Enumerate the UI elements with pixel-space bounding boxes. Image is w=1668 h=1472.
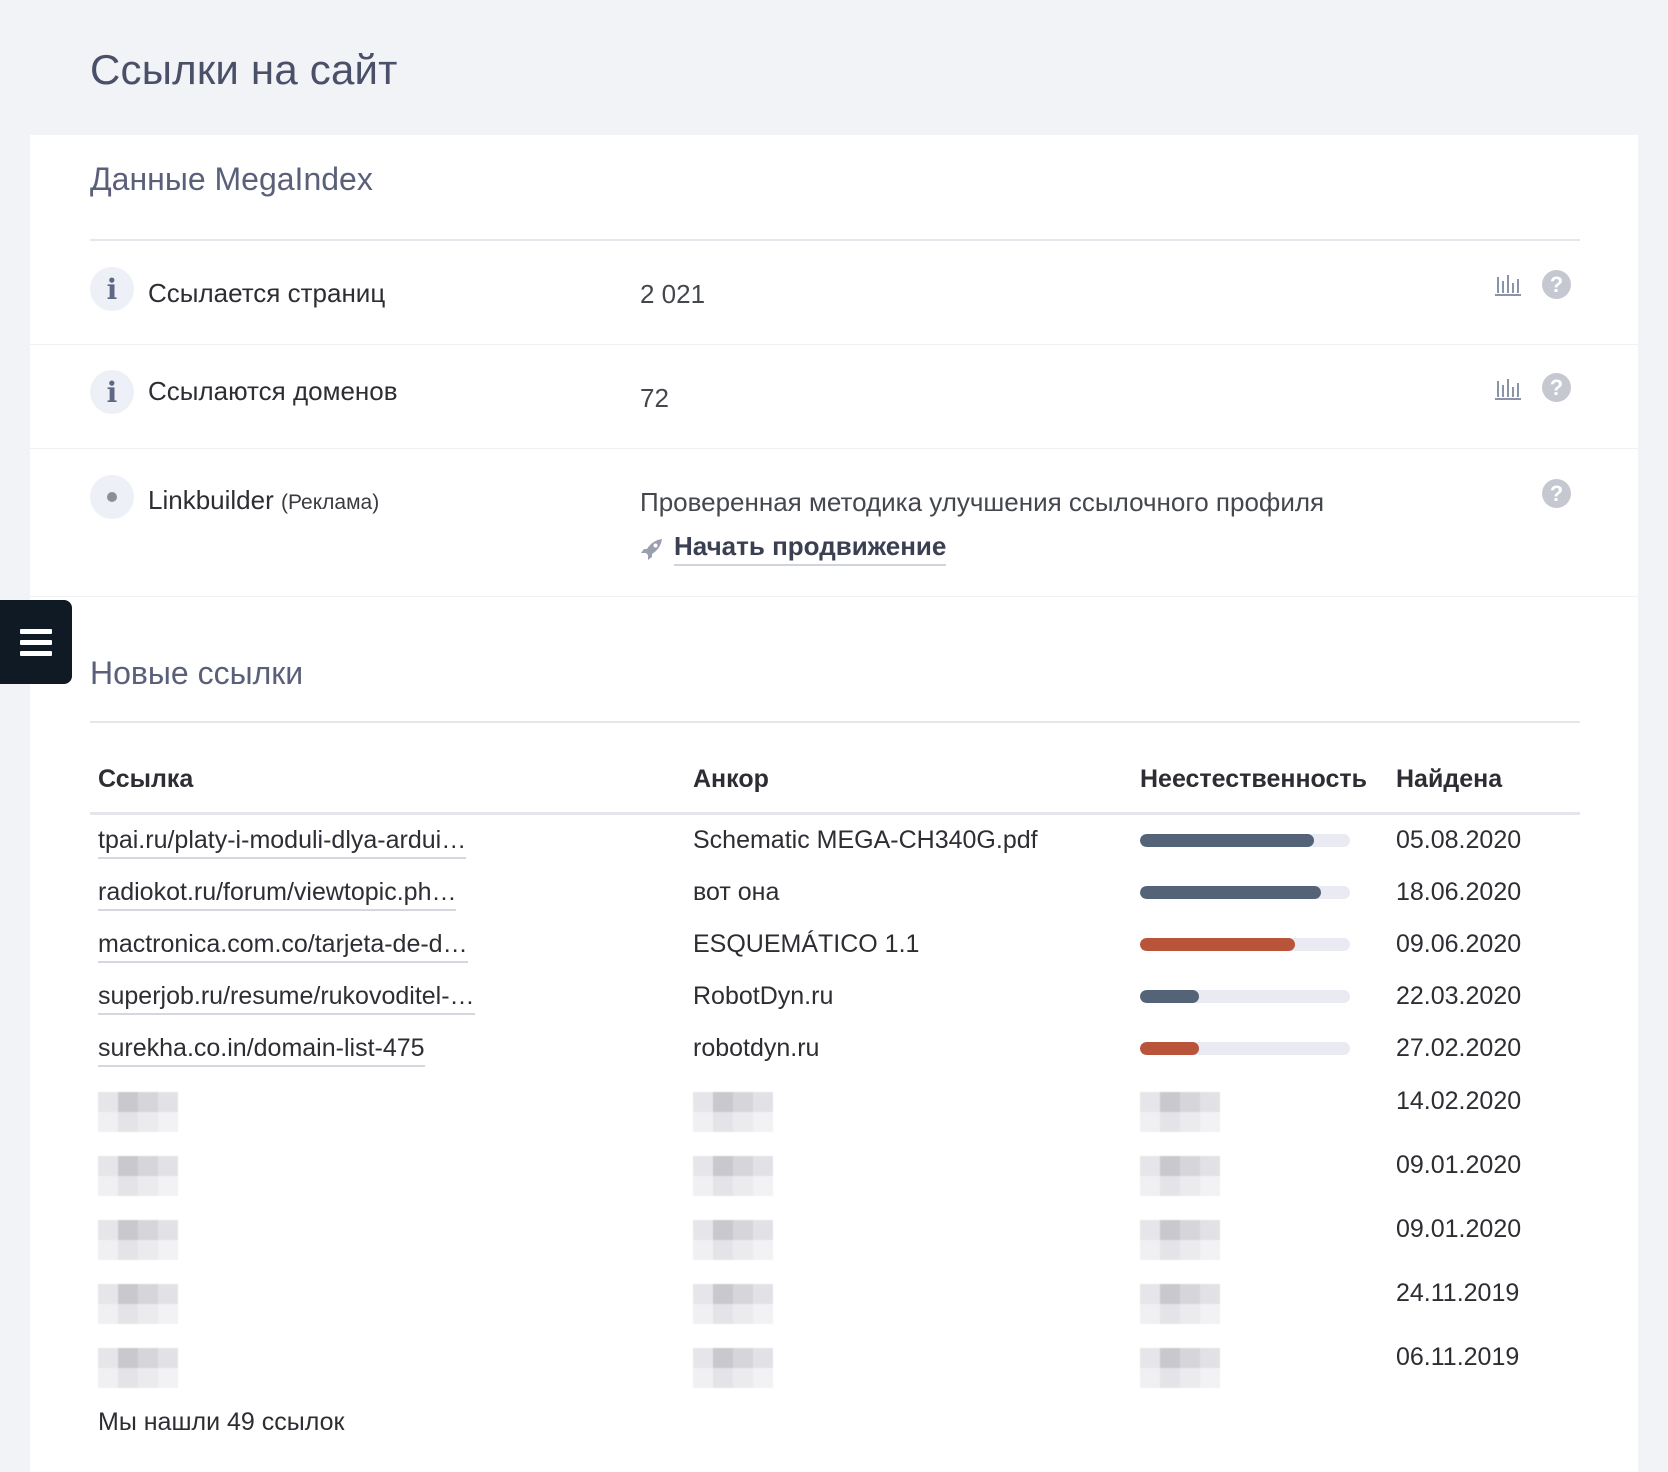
link-cell[interactable]: tpai.ru/platy-i-moduli-dlya-ardui…	[98, 826, 467, 859]
new-links-section-title: Новые ссылки	[90, 655, 304, 691]
linkbuilder-name: Linkbuilder	[148, 485, 274, 515]
link-cell[interactable]: superjob.ru/resume/rukovoditel-…	[98, 982, 475, 1015]
found-date-cell: 24.11.2019	[1396, 1279, 1520, 1307]
help-icon[interactable]: ?	[1542, 270, 1571, 299]
blurred-bar-placeholder	[1140, 1284, 1220, 1324]
column-header-link[interactable]: Ссылка	[98, 765, 193, 794]
start-promotion-label[interactable]: Начать продвижение	[674, 531, 947, 566]
blurred-anchor-placeholder	[693, 1348, 773, 1388]
content-card: Данные MegaIndex i Ссылается страниц 2 0…	[30, 135, 1638, 1472]
blurred-bar-placeholder	[1140, 1156, 1220, 1196]
page-title: Ссылки на сайт	[90, 46, 398, 93]
metric-value: 72	[640, 383, 669, 413]
blurred-anchor-placeholder	[693, 1156, 773, 1196]
megaindex-section-title: Данные MegaIndex	[90, 161, 373, 197]
help-icon[interactable]: ?	[1542, 373, 1571, 402]
unnaturalness-bar	[1140, 1042, 1350, 1055]
links-count-summary: Мы нашли 49 ссылок	[98, 1408, 345, 1436]
unnaturalness-bar	[1140, 886, 1350, 899]
metric-label: Ссылаются доменов	[148, 376, 398, 406]
help-icon[interactable]: ?	[1542, 479, 1571, 508]
linkbuilder-label: Linkbuilder (Реклама)	[148, 485, 379, 516]
blurred-link-placeholder	[98, 1284, 178, 1324]
anchor-cell: ESQUEMÁTICO 1.1	[693, 930, 920, 958]
unnaturalness-bar-fill	[1140, 834, 1315, 847]
unnaturalness-bar	[1140, 990, 1350, 1003]
blurred-anchor-placeholder	[693, 1092, 773, 1132]
found-date-cell: 09.01.2020	[1396, 1151, 1522, 1179]
link-cell[interactable]: mactronica.com.co/tarjeta-de-d…	[98, 930, 468, 963]
info-icon: i	[90, 370, 134, 414]
anchor-cell: RobotDyn.ru	[693, 982, 834, 1010]
menu-toggle-button[interactable]	[0, 600, 72, 684]
info-icon: i	[90, 267, 134, 311]
unnaturalness-bar	[1140, 938, 1350, 951]
linkbuilder-row: Linkbuilder (Реклама) Проверенная методи…	[30, 449, 1638, 597]
blurred-link-placeholder	[98, 1348, 178, 1388]
rocket-icon	[641, 538, 662, 560]
unnaturalness-bar	[1140, 834, 1350, 847]
unnaturalness-bar-fill	[1140, 886, 1321, 899]
bullet-icon	[90, 475, 134, 519]
unnaturalness-bar-fill	[1140, 938, 1296, 951]
anchor-cell: robotdyn.ru	[693, 1034, 820, 1062]
blurred-bar-placeholder	[1140, 1092, 1220, 1132]
start-promotion-link[interactable]: Начать продвижение	[640, 531, 947, 566]
blurred-link-placeholder	[98, 1220, 178, 1260]
linkbuilder-description: Проверенная методика улучшения ссылочног…	[640, 487, 1325, 517]
hamburger-icon-line	[20, 639, 52, 645]
blurred-link-placeholder	[98, 1156, 178, 1196]
blurred-bar-placeholder	[1140, 1348, 1220, 1388]
table-header-divider	[90, 812, 1580, 815]
metric-row-domains: i Ссылаются доменов 72 ?	[30, 345, 1638, 449]
link-cell[interactable]: surekha.co.in/domain-list-475	[98, 1034, 425, 1067]
found-date-cell: 18.06.2020	[1396, 878, 1522, 906]
link-cell[interactable]: radiokot.ru/forum/viewtopic.ph…	[98, 878, 457, 911]
anchor-cell: Schematic MEGA-CH340G.pdf	[693, 826, 1038, 854]
found-date-cell: 14.02.2020	[1396, 1087, 1522, 1115]
metric-row-pages: i Ссылается страниц 2 021 ?	[30, 241, 1638, 345]
column-header-found[interactable]: Найдена	[1396, 765, 1502, 794]
section-divider	[90, 721, 1580, 723]
anchor-cell: вот она	[693, 878, 780, 906]
unnaturalness-bar-fill	[1140, 1042, 1199, 1055]
column-header-anchor[interactable]: Анкор	[693, 765, 769, 794]
found-date-cell: 06.11.2019	[1396, 1343, 1520, 1371]
blurred-anchor-placeholder	[693, 1284, 773, 1324]
hamburger-icon-line	[20, 628, 52, 634]
column-header-unnatural[interactable]: Неестественность	[1140, 765, 1367, 794]
found-date-cell: 27.02.2020	[1396, 1034, 1522, 1062]
blurred-link-placeholder	[98, 1092, 178, 1132]
blurred-bar-placeholder	[1140, 1220, 1220, 1260]
hamburger-icon-line	[20, 650, 52, 656]
found-date-cell: 05.08.2020	[1396, 826, 1522, 854]
unnaturalness-bar-fill	[1140, 990, 1199, 1003]
ad-note: (Реклама)	[280, 491, 380, 514]
blurred-anchor-placeholder	[693, 1220, 773, 1260]
found-date-cell: 09.06.2020	[1396, 930, 1522, 958]
found-date-cell: 09.01.2020	[1396, 1215, 1522, 1243]
chart-icon[interactable]	[1495, 377, 1521, 401]
chart-icon[interactable]	[1495, 273, 1521, 297]
metric-label: Ссылается страниц	[148, 278, 386, 308]
found-date-cell: 22.03.2020	[1396, 982, 1522, 1010]
metric-value: 2 021	[640, 279, 706, 309]
